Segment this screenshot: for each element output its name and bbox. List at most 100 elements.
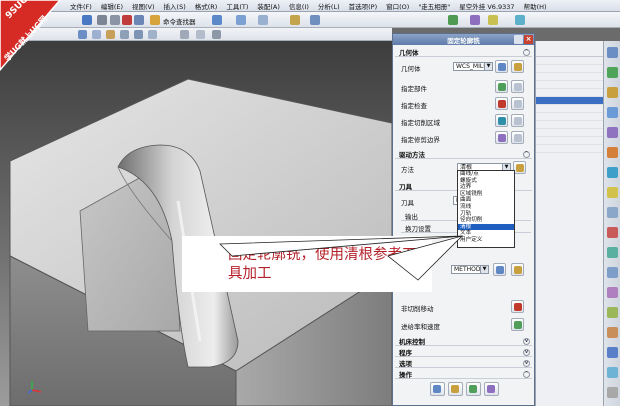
hole-icon[interactable] (120, 30, 129, 39)
extrude-icon[interactable] (92, 30, 101, 39)
menu-item-10[interactable]: 窗口(O) (386, 1, 409, 11)
display-cut-area-button[interactable] (511, 114, 524, 127)
history-icon[interactable] (607, 187, 618, 198)
menu-item-11[interactable]: "走五相册" (418, 1, 450, 11)
display-check-button[interactable] (511, 97, 524, 110)
menu-item-13[interactable]: 帮助(H) (524, 1, 547, 11)
new-method-button[interactable] (493, 263, 506, 276)
actions-section-header[interactable]: 操作 ^ (395, 370, 532, 379)
assembly-navigator-icon[interactable] (607, 47, 618, 58)
reuse-library-icon[interactable] (607, 147, 618, 158)
wcs-icon[interactable] (310, 15, 320, 25)
blend-icon[interactable] (134, 30, 143, 39)
menu-item-8[interactable]: 分析(L) (318, 1, 340, 11)
dropdown-option[interactable]: 曲线/点 (458, 171, 514, 178)
process-studio-icon[interactable] (607, 307, 618, 318)
revolve-icon[interactable] (106, 30, 115, 39)
main-toolbar: 命令查找器 (0, 12, 620, 28)
chevron-down-icon: v (523, 349, 530, 356)
sketch-icon[interactable] (78, 30, 87, 39)
dropdown-option[interactable]: 文本 (458, 230, 514, 237)
method-select[interactable]: METHOD ▼ (451, 265, 489, 274)
display-part-button[interactable] (511, 80, 524, 93)
specify-cut-area-button[interactable] (495, 114, 508, 127)
dialog-title: 固定轮廓铣 (447, 36, 480, 45)
machine-control-section-header[interactable]: 机床控制 v (395, 337, 532, 346)
dropdown-option[interactable]: 边界 (458, 184, 514, 191)
non-cutting-moves-button[interactable] (511, 300, 524, 313)
specify-check-button[interactable] (495, 97, 508, 110)
close-icon[interactable]: × (524, 35, 533, 44)
undo-icon[interactable] (134, 15, 144, 25)
navigator-panel (535, 41, 603, 406)
menu-item-3[interactable]: 插入(S) (164, 1, 186, 11)
mirror-icon[interactable] (212, 30, 221, 39)
copy-icon[interactable] (110, 15, 120, 25)
select-filter-icon[interactable] (448, 15, 458, 25)
point-icon[interactable] (488, 15, 498, 25)
edit-geometry-button[interactable] (511, 60, 524, 73)
menu-item-4[interactable]: 格式(R) (195, 1, 218, 11)
machine-tool-navigator-icon[interactable] (607, 127, 618, 138)
layer-icon[interactable] (290, 15, 300, 25)
verify-icon[interactable] (466, 382, 481, 396)
specify-part-button[interactable] (495, 80, 508, 93)
chevron-up-icon: ^ (523, 371, 530, 378)
options-section-header[interactable]: 选项 v (395, 359, 532, 368)
help-icon[interactable] (607, 367, 618, 378)
part-navigator-icon[interactable] (607, 87, 618, 98)
offset-icon[interactable] (196, 30, 205, 39)
menu-item-7[interactable]: 信息(I) (289, 1, 309, 11)
menu-item-6[interactable]: 装配(A) (257, 1, 280, 11)
program-section-header[interactable]: 程序 v (395, 348, 532, 357)
settings-icon[interactable] (607, 387, 618, 398)
web-browser-icon[interactable] (607, 167, 618, 178)
command-finder-label[interactable]: 命令查找器 (163, 16, 196, 26)
trim-icon[interactable] (180, 30, 189, 39)
dropdown-option[interactable]: 曲面 (458, 197, 514, 204)
replay-icon[interactable] (448, 382, 463, 396)
save-icon[interactable] (82, 15, 92, 25)
drive-method-dropdown[interactable]: 曲线/点 螺旋式 边界 区域铣削 曲面 流线 刀轨 径向切削 清根 文本 用户定义 (457, 170, 515, 248)
constraint-navigator-icon[interactable] (607, 67, 618, 78)
delete-icon[interactable] (122, 15, 132, 25)
drive-method-section-header[interactable]: 驱动方法 ^ (395, 150, 532, 159)
list-icon[interactable] (484, 382, 499, 396)
graphics-viewport[interactable] (0, 41, 392, 406)
display-trim-boundary-button[interactable] (511, 131, 524, 144)
dropdown-option[interactable]: 径向切削 (458, 217, 514, 224)
operation-navigator-icon[interactable] (607, 107, 618, 118)
shaded-icon[interactable] (236, 15, 246, 25)
knowledge-fusion-icon[interactable] (607, 327, 618, 338)
specify-trim-boundary-button[interactable] (495, 131, 508, 144)
render-icon[interactable] (212, 15, 222, 25)
manufacturing-wizard-icon[interactable] (607, 267, 618, 278)
view-icon[interactable] (258, 15, 268, 25)
menu-item-9[interactable]: 首选项(P) (349, 1, 378, 11)
menu-item-5[interactable]: 工具(T) (226, 1, 248, 11)
dropdown-option[interactable]: 流线 (458, 204, 514, 211)
minimize-icon[interactable] (514, 35, 523, 44)
edit-method-button[interactable] (511, 263, 524, 276)
geometry-section-header[interactable]: 几何体 ^ (395, 48, 532, 57)
new-geometry-button[interactable] (495, 60, 508, 73)
feeds-speeds-button[interactable] (511, 318, 524, 331)
dropdown-option[interactable]: 用户定义 (458, 237, 514, 244)
menu-item-12[interactable]: 星空外挂 V6.9337 (459, 1, 514, 11)
roles-icon[interactable] (607, 227, 618, 238)
palette-icon[interactable] (607, 247, 618, 258)
menu-item-1[interactable]: 编辑(E) (101, 1, 123, 11)
cut-icon[interactable] (97, 15, 107, 25)
snap-icon[interactable] (470, 15, 480, 25)
chamfer-icon[interactable] (148, 30, 157, 39)
visualization-icon[interactable] (607, 287, 618, 298)
dialog-title-bar[interactable]: 固定轮廓铣 × (393, 34, 534, 45)
system-materials-icon[interactable] (607, 207, 618, 218)
command-finder-icon[interactable] (150, 15, 160, 25)
menu-item-2[interactable]: 视图(V) (132, 1, 155, 11)
generate-icon[interactable] (430, 382, 445, 396)
chevron-down-icon: v (523, 338, 530, 345)
analysis-icon[interactable] (515, 15, 525, 25)
geometry-select[interactable]: WCS_MILL ▼ (453, 62, 493, 71)
teamcenter-icon[interactable] (607, 347, 618, 358)
